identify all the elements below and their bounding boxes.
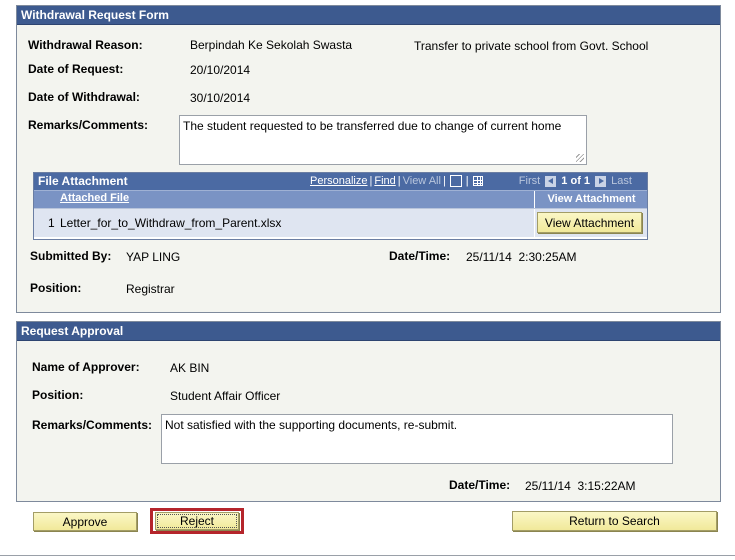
page-bottom-divider [0, 555, 735, 556]
download-icon[interactable] [449, 175, 462, 188]
request-approval-panel: Request Approval Name of Approver: AK BI… [16, 321, 721, 502]
withdrawal-reason-description: Transfer to private school from Govt. Sc… [414, 39, 649, 53]
attached-file-column-header[interactable]: Attached File [60, 192, 129, 204]
next-arrow-icon[interactable] [595, 175, 607, 187]
row-number: 1 [48, 216, 55, 230]
date-of-request-label: Date of Request: [28, 62, 124, 76]
view-all-link[interactable]: View All [403, 175, 441, 187]
withdrawal-panel-title: Withdrawal Request Form [17, 6, 720, 25]
view-attachment-button[interactable]: View Attachment [537, 212, 642, 233]
spreadsheet-icon[interactable] [472, 176, 483, 187]
approver-name-value: AK BIN [170, 361, 210, 375]
approval-remarks-label: Remarks/Comments: [32, 418, 153, 432]
approval-datetime-label: Date/Time: [449, 478, 511, 492]
table-row: 1 Letter_for_to_Withdraw_from_Parent.xls… [34, 208, 647, 237]
find-link[interactable]: Find [374, 175, 395, 187]
previous-arrow-icon[interactable] [545, 175, 557, 187]
approver-name-label: Name of Approver: [32, 360, 140, 374]
grid-title: File Attachment [38, 174, 128, 188]
submitted-by-label: Submitted By: [30, 249, 112, 263]
remarks-textarea[interactable]: The student requested to be transferred … [179, 115, 587, 165]
withdrawal-reason-label: Withdrawal Reason: [28, 38, 143, 52]
remarks-label: Remarks/Comments: [28, 118, 149, 132]
approval-remarks-textarea[interactable]: Not satisfied with the supporting docume… [161, 414, 673, 464]
last-link[interactable]: Last [611, 175, 632, 187]
withdrawal-request-panel: Withdrawal Request Form Withdrawal Reaso… [16, 5, 721, 313]
grid-navigation: Personalize | Find | View All | | First 1 of 1… [310, 175, 632, 188]
approval-datetime-value: 25/11/14 3:15:22AM [525, 479, 636, 493]
withdrawal-reason-value: Berpindah Ke Sekolah Swasta [190, 38, 353, 52]
first-link[interactable]: First [519, 175, 540, 187]
view-attachment-column-header: View Attachment [534, 191, 648, 208]
submitter-position-value: Registrar [126, 282, 175, 296]
approval-remarks-text: Not satisfied with the supporting docume… [165, 418, 458, 432]
grid-column-header: Attached File View Attachment [34, 190, 647, 208]
date-of-withdrawal-label: Date of Withdrawal: [28, 90, 140, 104]
return-to-search-button[interactable]: Return to Search [512, 511, 717, 531]
grid-header: File Attachment Personalize | Find | View Al… [34, 173, 647, 190]
submitter-position-label: Position: [30, 281, 82, 295]
personalize-link[interactable]: Personalize [310, 175, 367, 187]
submitted-datetime-label: Date/Time: [389, 249, 451, 263]
submitted-datetime-value: 25/11/14 2:30:25AM [466, 250, 577, 264]
page-info: 1 of 1 [561, 175, 591, 187]
approve-button[interactable]: Approve [33, 512, 137, 531]
approval-panel-title: Request Approval [17, 322, 720, 341]
file-attachment-grid: File Attachment Personalize | Find | View Al… [33, 172, 648, 240]
approver-position-label: Position: [32, 388, 84, 402]
remarks-text: The student requested to be transferred … [183, 119, 562, 133]
attached-file-name: Letter_for_to_Withdraw_from_Parent.xlsx [60, 216, 282, 230]
approver-position-value: Student Affair Officer [170, 389, 281, 403]
submitted-by-value: YAP LING [126, 250, 181, 264]
reject-button[interactable]: Reject [155, 512, 239, 530]
resize-grip-icon[interactable] [576, 154, 584, 162]
date-of-request-value: 20/10/2014 [190, 63, 251, 77]
date-of-withdrawal-value: 30/10/2014 [190, 91, 251, 105]
